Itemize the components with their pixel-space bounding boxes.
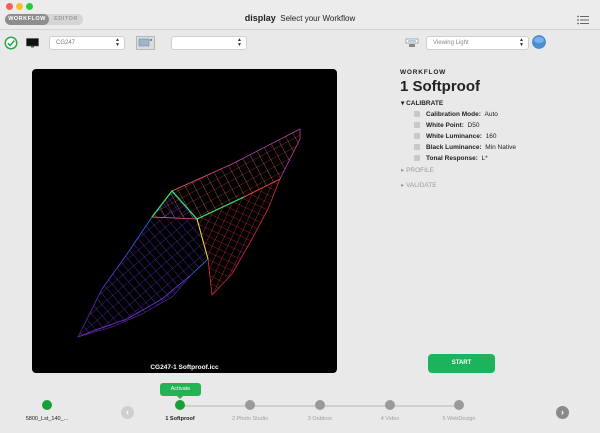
select-arrows-icon: ▲ ▼ <box>115 37 120 48</box>
minimize-window-button[interactable] <box>16 3 23 10</box>
step-label-2: 2 Photo Studio <box>231 416 269 422</box>
validate-section-label: VALIDATE <box>406 182 437 189</box>
device-node[interactable] <box>42 400 52 410</box>
check-circle-icon[interactable] <box>4 36 18 50</box>
collapsed-triangle-icon: ▸ <box>401 182 405 189</box>
viewer-caption: CG247-1 Softproof.icc <box>150 364 219 371</box>
select-arrows-icon: ▲ ▼ <box>519 37 524 48</box>
step-label-4: 4 Video <box>380 416 400 422</box>
property-value: Min Native <box>485 144 516 151</box>
zoom-window-button[interactable] <box>26 3 33 10</box>
list-icon[interactable] <box>577 15 589 25</box>
profile-section-label: PROFILE <box>406 167 434 174</box>
lux-meter-icon[interactable] <box>404 36 420 50</box>
property-row: Tonal Response: L* <box>414 154 488 164</box>
globe-icon[interactable] <box>532 35 546 49</box>
step-node-2[interactable] <box>245 400 255 410</box>
property-row: Black Luminance: Min Native <box>414 143 516 153</box>
workflow-label: WORKFLOW <box>400 69 447 76</box>
property-key: Tonal Response: <box>426 155 478 162</box>
validate-section-header[interactable]: ▸ VALIDATE <box>401 181 437 189</box>
property-value: D50 <box>467 122 480 129</box>
property-value: L* <box>481 155 488 162</box>
profile-section-header[interactable]: ▸ PROFILE <box>401 166 434 174</box>
property-value: 160 <box>485 133 497 140</box>
property-row: White Point: D50 <box>414 121 479 131</box>
property-key: White Point: <box>426 122 464 129</box>
step-node-5[interactable] <box>454 400 464 410</box>
window-title: display Select your Workflow <box>0 13 600 23</box>
viewing-light-select[interactable]: Viewing Light ▲ ▼ <box>426 36 529 50</box>
profile-select[interactable]: ▲ ▼ <box>171 36 247 50</box>
step-label-1: 1 Softproof <box>165 416 195 422</box>
window-subtitle: Select your Workflow <box>280 14 356 23</box>
property-row: White Luminance: 160 <box>414 132 496 142</box>
start-button[interactable]: START <box>428 354 495 373</box>
expanded-triangle-icon: ▾ <box>401 100 405 107</box>
property-value: Auto <box>484 111 498 118</box>
chevron-left-icon[interactable]: ‹ <box>121 406 134 419</box>
monitor-icon[interactable] <box>26 38 39 48</box>
activate-button[interactable]: Activate <box>160 383 201 399</box>
chevron-right-icon[interactable]: › <box>556 406 569 419</box>
step-node-4[interactable] <box>385 400 395 410</box>
calibrate-section-label: CALIBRATE <box>406 100 444 107</box>
step-label-3: 3 Outdoor <box>307 416 333 422</box>
lock-icon <box>414 122 420 129</box>
device-node-label: 5800_Lst_140_... <box>25 416 69 422</box>
display-select[interactable]: CG247 ▲ ▼ <box>49 36 125 50</box>
viewing-light-placeholder: Viewing Light <box>433 40 469 46</box>
lock-icon <box>414 144 420 151</box>
lock-icon <box>414 133 420 140</box>
select-arrows-icon: ▲ ▼ <box>237 37 242 48</box>
title-bar: WORKFLOW EDITOR display Select your Work… <box>0 0 600 30</box>
workflow-title: 1 Softproof <box>400 78 480 95</box>
lock-icon <box>414 155 420 162</box>
property-row: Calibration Mode: Auto <box>414 110 498 120</box>
lock-icon <box>414 111 420 118</box>
step-node-3[interactable] <box>315 400 325 410</box>
display-profile-icon[interactable] <box>136 36 155 50</box>
property-key: Black Luminance: <box>426 144 482 151</box>
toolbar: CG247 ▲ ▼ ▲ ▼ Viewing Light ▲ ▼ <box>0 31 600 55</box>
app-name: display <box>244 13 276 23</box>
display-select-value: CG247 <box>56 40 76 46</box>
property-key: Calibration Mode: <box>426 111 481 118</box>
step-label-5: 5 WebDesign <box>442 416 476 422</box>
step-node-1[interactable] <box>175 400 185 410</box>
gamut-viewer[interactable]: CG247-1 Softproof.icc <box>32 69 337 373</box>
gamut-mesh-graphic <box>77 128 301 338</box>
close-window-button[interactable] <box>6 3 13 10</box>
calibrate-section-header[interactable]: ▾ CALIBRATE <box>401 99 443 107</box>
property-key: White Luminance: <box>426 133 482 140</box>
collapsed-triangle-icon: ▸ <box>401 167 405 174</box>
